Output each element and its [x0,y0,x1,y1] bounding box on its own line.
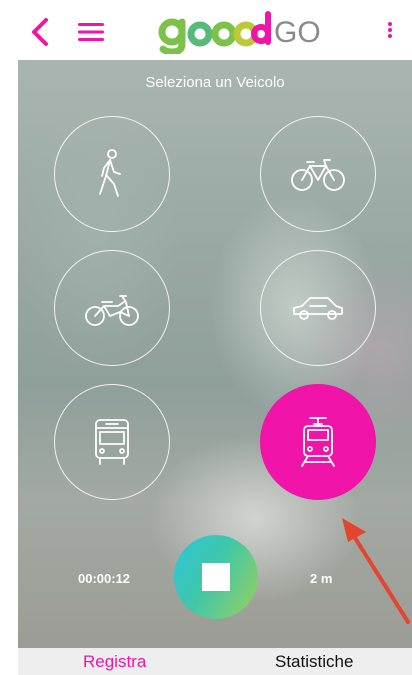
stop-recording-button[interactable] [174,535,258,619]
tab-registra[interactable]: Registra [83,648,146,675]
back-button[interactable] [28,17,54,47]
walking-icon [99,149,121,197]
more-options-button[interactable] [383,20,397,44]
vehicle-selection-panel: Seleziona un Veicolo 00:00:12 2 m [18,60,412,648]
stop-icon [202,563,230,591]
vehicle-bus-button[interactable] [54,384,170,500]
chevron-left-icon [32,18,48,46]
menu-button[interactable] [78,20,104,44]
app-logo: GO [158,8,328,56]
vehicle-car-button[interactable] [260,250,376,366]
bus-icon [95,419,129,465]
annotation-arrow-icon [342,518,410,624]
vehicle-motorbike-button[interactable] [54,250,170,366]
top-app-bar: GO [18,0,412,60]
goood-logo-mark [158,11,271,56]
tram-icon [301,417,335,467]
logo-suffix: GO [274,16,321,49]
vehicle-tram-button[interactable] [260,384,376,500]
vehicle-bicycle-button[interactable] [260,116,376,232]
elapsed-time: 00:00:12 [78,571,131,586]
tab-statistiche[interactable]: Statistiche [275,648,353,675]
car-icon [293,297,343,320]
vehicle-walk-button[interactable] [54,116,170,232]
hamburger-menu-icon [78,23,104,41]
kebab-menu-icon [383,22,397,38]
motorbike-icon [85,295,139,326]
page-title: Seleziona un Veicolo [145,74,285,91]
bicycle-icon [291,159,345,191]
bottom-tab-bar: Registra Statistiche [18,648,412,675]
